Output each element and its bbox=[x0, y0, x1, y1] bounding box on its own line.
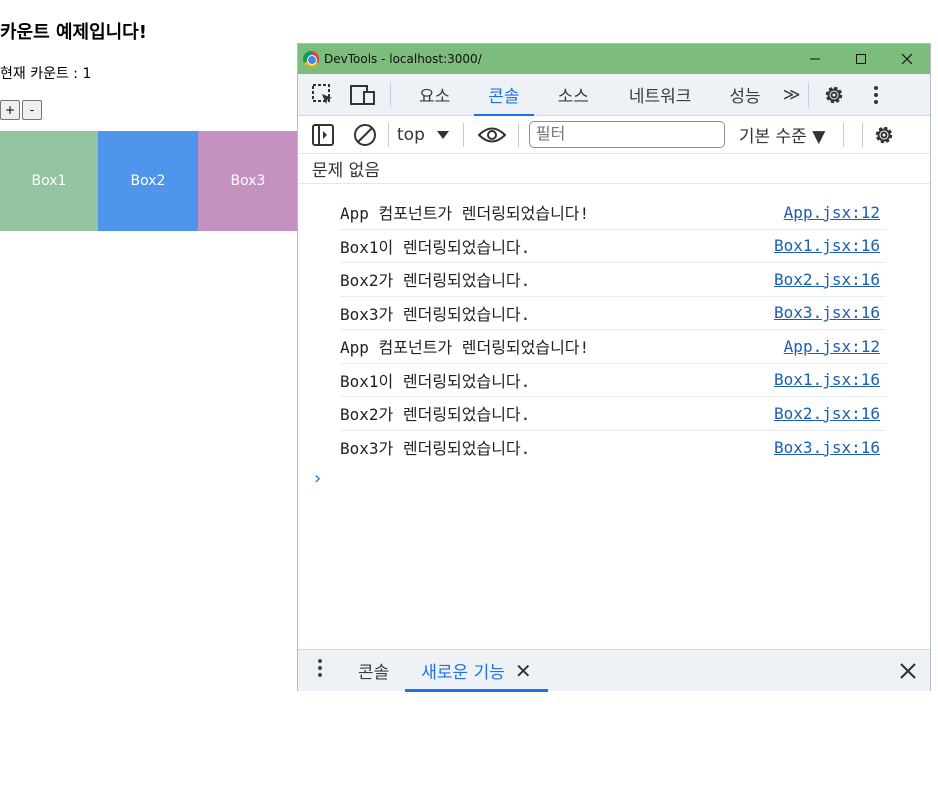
toolbar-divider bbox=[390, 82, 391, 107]
log-source-link[interactable]: Box2.jsx:16 bbox=[774, 270, 886, 289]
page-title: 카운트 예제입니다! bbox=[0, 22, 147, 43]
kebab-menu-icon bbox=[318, 658, 322, 677]
log-message: Box3가 렌더링되었습니다. bbox=[340, 439, 531, 459]
minimize-button[interactable] bbox=[792, 44, 838, 74]
log-entry: Box3가 렌더링되었습니다. Box3.jsx:16 bbox=[340, 297, 886, 330]
box-1: Box1 bbox=[0, 131, 98, 231]
tab-console[interactable]: 콘솔 bbox=[474, 74, 534, 116]
maximize-button[interactable] bbox=[838, 44, 884, 74]
inspect-element-button[interactable] bbox=[310, 82, 336, 108]
console-prompt[interactable]: › bbox=[314, 468, 321, 489]
context-value: top bbox=[397, 124, 425, 145]
drawer-menu-button[interactable] bbox=[298, 657, 342, 685]
devtools-tabbar: 요소 콘솔 소스 네트워크 성능 ≫ bbox=[298, 74, 930, 116]
drawer-tab-whats-new[interactable]: 새로운 기능 ✕ bbox=[405, 650, 549, 692]
toolbar-divider bbox=[862, 122, 864, 147]
log-message: App 컴포넌트가 렌더링되었습니다! bbox=[340, 338, 590, 358]
toolbar-divider bbox=[462, 122, 464, 147]
filter-input[interactable] bbox=[528, 121, 725, 148]
tab-sources[interactable]: 소스 bbox=[544, 74, 603, 116]
log-source-link[interactable]: App.jsx:12 bbox=[784, 203, 886, 222]
log-entry: Box2가 렌더링되었습니다. Box2.jsx:16 bbox=[340, 397, 886, 431]
console-toolbar: top 기본 수준 ▼ bbox=[298, 116, 930, 154]
context-selector[interactable]: top bbox=[397, 125, 449, 145]
log-entry: Box1이 렌더링되었습니다. Box1.jsx:16 bbox=[340, 364, 886, 397]
log-entry: App 컴포넌트가 렌더링되었습니다! App.jsx:12 bbox=[340, 330, 886, 364]
log-entry: App 컴포넌트가 렌더링되었습니다! App.jsx:12 bbox=[340, 196, 886, 230]
log-message: Box2가 렌더링되었습니다. bbox=[340, 271, 531, 291]
log-entry: Box1이 렌더링되었습니다. Box1.jsx:16 bbox=[340, 230, 886, 263]
tab-close-icon[interactable]: ✕ bbox=[515, 659, 532, 683]
tab-network[interactable]: 네트워크 bbox=[615, 74, 706, 116]
log-entry: Box2가 렌더링되었습니다. Box2.jsx:16 bbox=[340, 263, 886, 297]
box-3: Box3 bbox=[198, 131, 298, 231]
clear-icon bbox=[354, 123, 376, 146]
gear-icon bbox=[876, 126, 893, 143]
console-settings-button[interactable] bbox=[871, 122, 897, 148]
drawer-tab-console[interactable]: 콘솔 bbox=[342, 650, 405, 692]
dropdown-arrow-icon bbox=[436, 130, 449, 139]
close-icon bbox=[900, 663, 916, 679]
log-level-dropdown[interactable]: 기본 수준 ▼ bbox=[739, 122, 825, 147]
log-message: Box2가 렌더링되었습니다. bbox=[340, 405, 531, 425]
tab-elements[interactable]: 요소 bbox=[405, 74, 464, 116]
log-entry: Box3가 렌더링되었습니다. Box3.jsx:16 bbox=[340, 431, 886, 465]
toolbar-divider bbox=[517, 122, 519, 147]
console-log-list: App 컴포넌트가 렌더링되었습니다! App.jsx:12 Box1이 렌더링… bbox=[340, 196, 886, 464]
log-source-link[interactable]: Box1.jsx:16 bbox=[774, 370, 886, 389]
window-controls bbox=[792, 44, 930, 74]
box-row: Box1 Box2 Box3 bbox=[0, 131, 298, 231]
tab-performance[interactable]: 성능 bbox=[715, 74, 774, 116]
log-message: App 컴포넌트가 렌더링되었습니다! bbox=[340, 204, 590, 224]
customize-menu-button[interactable] bbox=[863, 82, 889, 108]
kebab-menu-icon bbox=[874, 85, 879, 104]
eye-icon bbox=[477, 127, 506, 142]
clear-console-button[interactable] bbox=[352, 122, 378, 148]
log-source-link[interactable]: Box3.jsx:16 bbox=[774, 303, 886, 322]
device-toolbar-button[interactable] bbox=[350, 82, 376, 108]
device-toggle-icon bbox=[350, 84, 375, 105]
log-message: Box1이 렌더링되었습니다. bbox=[340, 371, 531, 391]
inspect-element-icon bbox=[312, 83, 332, 104]
more-tabs-button[interactable]: ≫ bbox=[775, 74, 809, 116]
log-source-link[interactable]: Box3.jsx:16 bbox=[774, 438, 886, 457]
devtools-titlebar[interactable]: DevTools - localhost:3000/ bbox=[298, 44, 930, 74]
close-drawer-button[interactable] bbox=[900, 660, 916, 685]
chrome-icon bbox=[303, 51, 319, 67]
increment-button[interactable]: + bbox=[0, 100, 20, 120]
toolbar-divider bbox=[388, 122, 389, 147]
toolbar-divider bbox=[843, 122, 845, 147]
count-display: 현재 카운트 : 1 bbox=[0, 66, 92, 82]
maximize-icon bbox=[856, 54, 866, 64]
drawer-tab-label: 새로운 기능 bbox=[421, 663, 505, 683]
close-icon bbox=[901, 53, 913, 65]
window-title: DevTools - localhost:3000/ bbox=[324, 52, 482, 66]
settings-button[interactable] bbox=[821, 82, 847, 108]
box-2: Box2 bbox=[98, 131, 198, 231]
issues-counter[interactable]: 문제 없음 bbox=[298, 154, 930, 184]
sidebar-toggle-button[interactable] bbox=[310, 122, 336, 148]
live-expression-button[interactable] bbox=[477, 122, 506, 148]
minimize-icon bbox=[810, 58, 820, 60]
log-message: Box1이 렌더링되었습니다. bbox=[340, 237, 531, 257]
counter-buttons: + - bbox=[0, 100, 42, 120]
decrement-button[interactable]: - bbox=[22, 100, 42, 120]
log-message: Box3가 렌더링되었습니다. bbox=[340, 304, 531, 324]
sidebar-toggle-icon bbox=[312, 123, 334, 146]
devtools-window: DevTools - localhost:3000/ 요소 콘솔 소스 네트워크… bbox=[297, 43, 931, 692]
drawer-tabbar: 콘솔 새로운 기능 ✕ bbox=[298, 649, 930, 692]
log-source-link[interactable]: Box2.jsx:16 bbox=[774, 404, 886, 423]
log-source-link[interactable]: App.jsx:12 bbox=[784, 337, 886, 356]
toolbar-divider bbox=[808, 82, 810, 107]
close-window-button[interactable] bbox=[884, 44, 930, 74]
log-source-link[interactable]: Box1.jsx:16 bbox=[774, 236, 886, 255]
gear-icon bbox=[826, 86, 843, 103]
